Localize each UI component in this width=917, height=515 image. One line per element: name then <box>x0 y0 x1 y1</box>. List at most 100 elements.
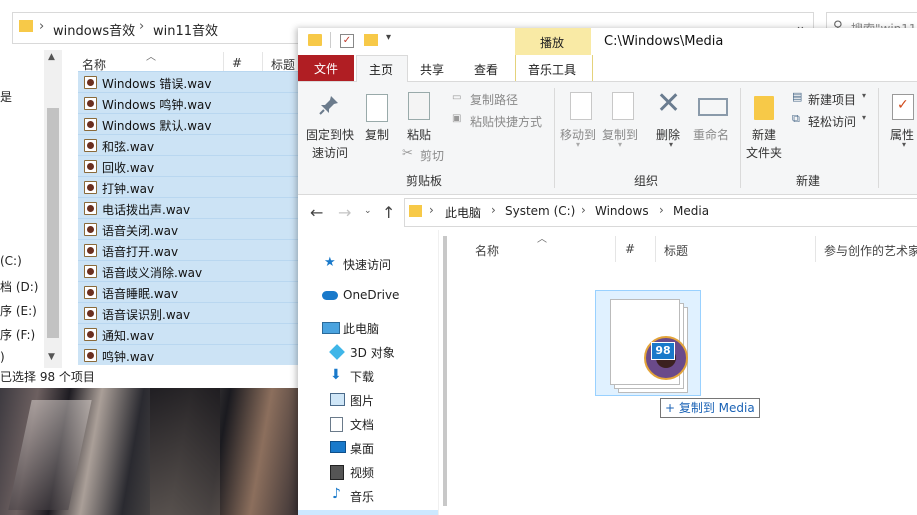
pin-quick-access-button[interactable]: 固定到快 速访问 <box>304 126 356 164</box>
column-artists[interactable]: 参与创作的艺术家 <box>824 242 917 259</box>
new-folder-quick-icon[interactable] <box>364 34 378 46</box>
scrollbar-thumb[interactable] <box>443 236 447 506</box>
bg-status-bar: 已选择 98 个项目 <box>0 370 95 384</box>
column-title[interactable]: 标题 <box>664 242 688 259</box>
file-row[interactable]: 鸣钟.wav <box>78 344 298 365</box>
video-icon <box>330 465 344 480</box>
nav-item-onedrive[interactable]: OneDrive <box>298 284 438 308</box>
file-row[interactable]: 电话拨出声.wav <box>78 197 298 219</box>
rename-icon <box>698 98 728 116</box>
pin-label-line2: 速访问 <box>312 146 349 160</box>
tab-music-tools-label: 音乐工具 <box>528 63 577 77</box>
nav-item-documents[interactable]: 文档 <box>298 412 438 436</box>
tab-home[interactable]: 主页 <box>356 55 408 83</box>
bg-column-number[interactable]: # <box>232 56 242 70</box>
file-row[interactable]: 通知.wav <box>78 323 298 345</box>
nav-item-this-pc[interactable]: 此电脑 <box>298 316 438 340</box>
address-bar[interactable]: › 此电脑 › System (C:) › Windows › Media <box>404 198 917 227</box>
bg-drive-item[interactable]: (C:) <box>0 254 22 268</box>
cut-button[interactable]: 剪切 <box>420 147 444 164</box>
bg-drive-item[interactable]: ) <box>0 350 5 364</box>
nav-pane-scrollbar[interactable] <box>438 230 455 515</box>
toolbar-divider <box>330 32 331 48</box>
bg-drive-item[interactable]: 序 (E:) <box>0 302 37 319</box>
paste-shortcut-button[interactable]: 粘贴快捷方式 <box>470 113 542 130</box>
nav-item-desktop[interactable]: 桌面 <box>298 436 438 460</box>
properties-icon: ✓ <box>892 94 914 120</box>
media-explorer-window: ✓ ▾ 播放 C:\Windows\Media 文件 主页 共享 查看 音乐工具… <box>298 28 917 515</box>
title-bar[interactable]: ✓ ▾ 播放 C:\Windows\Media <box>298 28 917 58</box>
forward-arrow-icon[interactable]: → <box>338 203 351 222</box>
properties-quick-icon[interactable]: ✓ <box>340 34 354 48</box>
file-row[interactable]: Windows 默认.wav <box>78 113 298 135</box>
bg-nav-scrollbar[interactable]: ▲ ▼ <box>44 50 62 368</box>
new-folder-button[interactable]: 新建 文件夹 <box>746 126 786 162</box>
easy-access-button[interactable]: 轻松访问 <box>808 113 856 130</box>
bg-drive-item[interactable]: 档 (D:) <box>0 278 38 295</box>
file-row[interactable]: 语音误识别.wav <box>78 302 298 324</box>
audio-file-icon <box>84 160 97 173</box>
tab-share[interactable]: 共享 <box>420 61 444 78</box>
nav-item-label: 3D 对象 <box>350 346 395 360</box>
tab-file[interactable]: 文件 <box>298 55 354 81</box>
file-row[interactable]: 语音歧义消除.wav <box>78 260 298 282</box>
nav-item-3d-objects[interactable]: 3D 对象 <box>298 340 438 364</box>
tab-music-tools[interactable]: 音乐工具 <box>515 55 593 81</box>
bg-drive-item[interactable]: 序 (F:) <box>0 326 35 343</box>
file-row[interactable]: Windows 错误.wav <box>78 71 298 93</box>
address-crumb[interactable]: 此电脑 <box>445 204 481 221</box>
chevron-right-icon: › <box>429 203 434 217</box>
audio-file-icon <box>84 97 97 110</box>
file-row[interactable]: 语音睡眠.wav <box>78 281 298 303</box>
bg-breadcrumb-item[interactable]: windows音效 <box>53 20 135 39</box>
chevron-right-icon: › <box>139 19 145 34</box>
pin-icon <box>318 94 340 116</box>
wallpaper-figure <box>8 400 92 510</box>
audio-file-icon <box>84 307 97 320</box>
nav-item-videos[interactable]: 视频 <box>298 460 438 484</box>
column-number[interactable]: # <box>625 242 635 256</box>
file-row[interactable]: 回收.wav <box>78 155 298 177</box>
paste-icon <box>408 92 430 120</box>
bg-breadcrumb-item[interactable]: win11音效 <box>153 20 218 39</box>
nav-item-pictures[interactable]: 图片 <box>298 388 438 412</box>
copy-icon <box>366 94 388 122</box>
nav-item-downloads[interactable]: ⬇ 下载 <box>298 364 438 388</box>
nav-item-quick-access[interactable]: ★ 快速访问 <box>298 252 438 276</box>
file-row[interactable]: 语音打开.wav <box>78 239 298 261</box>
audio-file-icon <box>84 139 97 152</box>
customize-quick-access-icon[interactable]: ▾ <box>386 32 391 43</box>
rename-button[interactable]: 重命名 <box>693 126 729 143</box>
file-row[interactable]: Windows 鸣钟.wav <box>78 92 298 114</box>
context-tab-play[interactable]: 播放 <box>540 34 564 51</box>
copy-button[interactable]: 复制 <box>365 126 389 143</box>
scroll-down-icon[interactable]: ▼ <box>48 352 55 362</box>
paste-button[interactable]: 粘贴 <box>407 126 431 143</box>
nav-item-partial[interactable] <box>298 510 438 515</box>
up-arrow-icon[interactable]: ↑ <box>382 203 395 222</box>
file-row[interactable]: 和弦.wav <box>78 134 298 156</box>
computer-icon <box>322 322 340 334</box>
picture-icon <box>330 393 345 406</box>
scroll-up-icon[interactable]: ▲ <box>48 52 55 62</box>
file-row[interactable]: 打钟.wav <box>78 176 298 198</box>
nav-item-label: OneDrive <box>343 288 400 302</box>
tab-view[interactable]: 查看 <box>474 61 498 78</box>
back-arrow-icon[interactable]: ← <box>310 203 323 222</box>
delete-button[interactable]: 删除 <box>656 126 680 143</box>
new-item-button[interactable]: 新建项目 <box>808 91 856 108</box>
folder-icon <box>19 20 33 32</box>
address-crumb[interactable]: Media <box>673 204 709 218</box>
file-row[interactable]: 语音关闭.wav <box>78 218 298 240</box>
nav-item-music[interactable]: ♪ 音乐 <box>298 484 438 508</box>
address-crumb[interactable]: System (C:) <box>505 204 575 218</box>
dropdown-arrow-icon: ▾ <box>576 140 581 149</box>
recent-locations-icon[interactable]: ⌄ <box>364 206 372 216</box>
move-to-icon <box>570 92 592 120</box>
copy-path-button[interactable]: 复制路径 <box>470 91 518 108</box>
address-crumb[interactable]: Windows <box>595 204 649 218</box>
column-name[interactable]: 名称 <box>475 242 499 259</box>
file-name: 打钟.wav <box>102 182 155 196</box>
scrollbar-thumb[interactable] <box>47 108 59 338</box>
file-name: 鸣钟.wav <box>102 350 155 364</box>
